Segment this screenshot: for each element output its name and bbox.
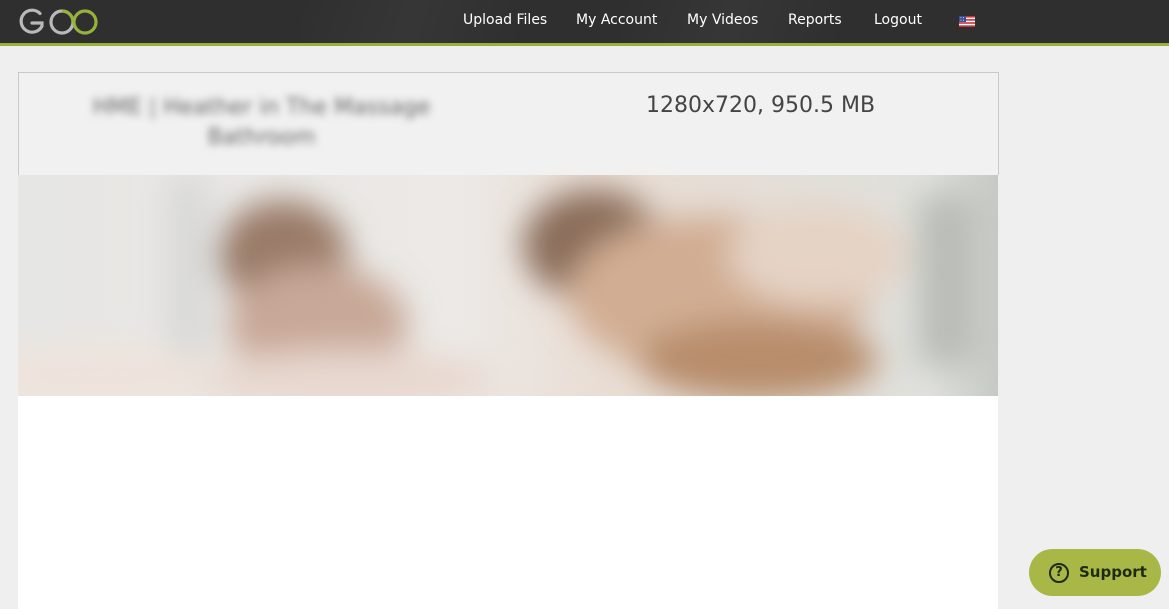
nav-upload-files[interactable]: Upload Files: [463, 12, 547, 28]
video-title[interactable]: HME | Heather in The Massage Bathroom: [89, 93, 434, 153]
question-circle-icon: ?: [1049, 563, 1069, 583]
goo-logo[interactable]: [18, 7, 102, 37]
blurred-thumbnail-image: [18, 175, 998, 396]
video-info-panel: HME | Heather in The Massage Bathroom 12…: [18, 72, 999, 175]
us-flag-icon[interactable]: [959, 16, 975, 27]
top-navigation-bar: Upload Files My Account My Videos Report…: [0, 0, 1169, 46]
support-label: Support: [1079, 563, 1147, 581]
video-player-area[interactable]: [18, 396, 998, 609]
nav-my-account[interactable]: My Account: [576, 12, 657, 28]
nav-reports[interactable]: Reports: [788, 12, 842, 28]
video-thumbnail[interactable]: [18, 175, 998, 396]
video-resolution-size: 1280x720, 950.5 MB: [646, 93, 876, 118]
nav-my-videos[interactable]: My Videos: [687, 12, 758, 28]
nav-logout[interactable]: Logout: [874, 12, 922, 28]
support-button[interactable]: ? Support: [1029, 549, 1161, 596]
